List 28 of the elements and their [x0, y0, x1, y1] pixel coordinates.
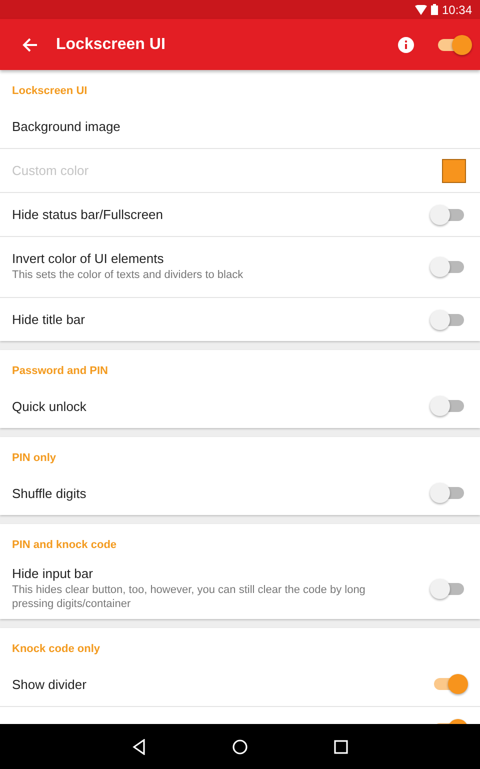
battery-icon: [430, 4, 438, 15]
settings-row[interactable]: Quick unlock: [0, 384, 480, 428]
settings-row[interactable]: Shuffle digits: [0, 471, 480, 515]
section-header: Knock code only: [11, 642, 102, 657]
settings-row[interactable]: Show divider: [0, 662, 480, 706]
setting-label: Hide title bar: [12, 312, 86, 327]
section-header: PIN only: [11, 451, 58, 466]
setting-label: Background image: [12, 118, 122, 134]
setting-label: Show divider: [12, 676, 88, 692]
setting-label: Invert color of UI elements: [12, 251, 165, 266]
setting-label: Hide status bar/Fullscreen: [12, 207, 164, 222]
section-header: Lockscreen UI: [11, 84, 88, 99]
setting-summary: This sets the color of texts and dividers to black: [12, 268, 244, 283]
section-header: Password and PIN: [11, 364, 109, 379]
setting-label: Custom color: [12, 163, 90, 178]
setting-label: Hide input bar: [12, 566, 94, 581]
app-bar-title: Lockscreen UI: [56, 36, 166, 54]
wifi-icon: [414, 4, 427, 14]
setting-summary: This hides clear button, too, however, you can still clear the code by long pressing digits/container: [12, 582, 366, 612]
settings-row[interactable]: Invert color of UI elements This sets the color of texts and dividers to black: [0, 236, 480, 297]
setting-label: Shuffle digits: [12, 486, 88, 500]
setting-label: Quick unlock: [12, 398, 88, 414]
settings-row[interactable]: Hide title bar: [0, 297, 480, 341]
settings-row[interactable]: Background image: [0, 104, 480, 148]
settings-row[interactable]: Hide input bar This hides clear button, too, however, you can still clear the code by long pressing digits/container: [0, 558, 480, 619]
settings-row[interactable]: Hide status bar/Fullscreen: [0, 192, 480, 236]
clock-time: 10:34: [442, 2, 472, 16]
section-header: PIN and knock code: [11, 538, 118, 553]
